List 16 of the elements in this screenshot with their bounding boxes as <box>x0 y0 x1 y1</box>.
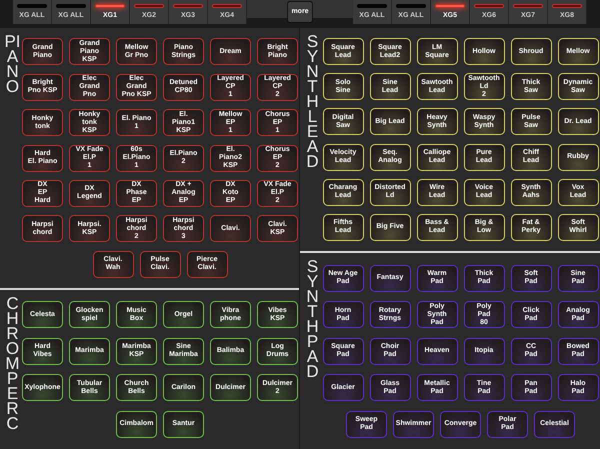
led-indicator <box>212 4 242 8</box>
led-indicator <box>56 4 86 8</box>
led-indicator <box>95 4 125 8</box>
led-indicator <box>17 4 47 8</box>
section-title: SYNTH PAD <box>305 259 320 383</box>
section-title: PIANO <box>4 34 21 98</box>
led-indicator <box>396 4 426 8</box>
led-indicator <box>134 4 164 8</box>
led-indicator <box>173 4 203 8</box>
led-indicator <box>513 4 543 8</box>
led-indicator <box>435 4 465 8</box>
section-title: CHROM PERC <box>4 296 21 435</box>
led-indicator <box>357 4 387 8</box>
led-indicator <box>474 4 504 8</box>
section-title: SYNTH LEAD <box>305 34 320 173</box>
led-indicator <box>552 4 582 8</box>
